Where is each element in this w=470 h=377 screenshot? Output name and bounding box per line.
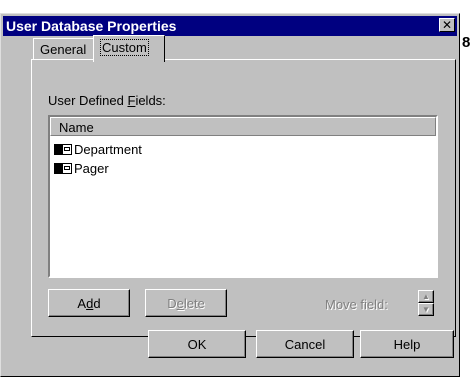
list-item-label: Department <box>74 142 142 157</box>
list-item[interactable]: Pager <box>54 161 109 179</box>
arrow-up-icon: ▲ <box>422 292 430 301</box>
move-field-label: Move field: <box>325 297 388 312</box>
close-icon: ✕ <box>441 18 453 32</box>
custom-tab-panel: User Defined Fields: Name Department Pag… <box>31 59 456 337</box>
column-header-name[interactable]: Name <box>50 117 436 136</box>
tab-general[interactable]: General <box>33 38 95 60</box>
move-field-down-button[interactable]: ▼ <box>418 303 434 316</box>
list-item[interactable]: Department <box>54 142 142 160</box>
tab-custom[interactable]: Custom <box>93 35 165 62</box>
tab-custom-label: Custom <box>100 39 149 56</box>
user-defined-fields-label: User Defined Fields: <box>48 93 166 108</box>
move-field-up-button[interactable]: ▲ <box>418 290 434 303</box>
field-icon <box>54 163 72 174</box>
list-item-label: Pager <box>74 161 109 176</box>
background-edge-text: 8 <box>462 34 470 51</box>
field-icon <box>54 144 72 155</box>
window-title: User Database Properties <box>6 18 177 34</box>
cancel-button[interactable]: Cancel <box>256 330 354 358</box>
user-defined-fields-list[interactable]: Name Department Pager <box>48 115 438 278</box>
help-button[interactable]: Help <box>360 330 454 358</box>
close-button[interactable]: ✕ <box>439 18 455 32</box>
tab-general-label: General <box>40 42 87 57</box>
delete-button[interactable]: Delete <box>145 289 227 317</box>
arrow-down-icon: ▼ <box>422 305 430 314</box>
add-button[interactable]: Add <box>48 289 130 317</box>
ok-button[interactable]: OK <box>148 330 246 358</box>
title-bar[interactable]: User Database Properties ✕ <box>3 16 457 36</box>
